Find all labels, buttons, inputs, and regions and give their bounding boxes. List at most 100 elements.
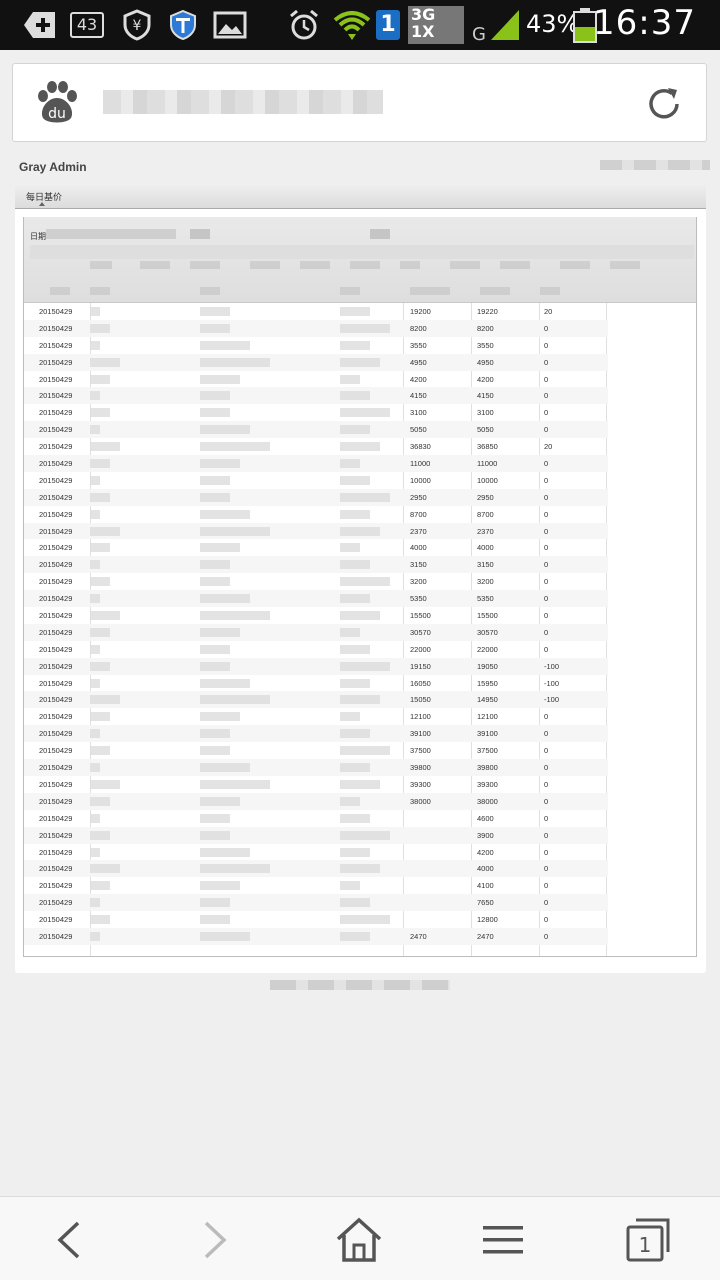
table-row[interactable]: 20150429 5350 5350 0 [24,590,608,608]
cell-value-b: 11000 [477,459,498,469]
cell-date: 20150429 [39,594,73,604]
cell-value-b: 2950 [477,492,494,502]
redacted-cell [90,374,110,384]
url-bar[interactable]: du [12,63,707,142]
table-row[interactable]: 20150429 4000 4000 0 [24,539,608,556]
table-row[interactable]: 20150429 4100 0 [24,877,608,894]
table-row[interactable]: 20150429 16050 15950 -100 [24,675,608,692]
table-row[interactable]: 20150429 19150 19050 -100 [24,657,608,675]
tabs-button[interactable]: 1 [622,1215,672,1265]
table-row[interactable]: 20150429 11000 11000 0 [24,455,608,472]
table-row[interactable]: 20150429 37500 37500 0 [24,742,608,759]
header-redacted [350,261,380,269]
table-row[interactable]: 20150429 2470 2470 0 [24,927,608,945]
cell-value-a: 8700 [410,509,427,519]
table-row[interactable]: 20150429 4150 4150 0 [24,387,608,405]
data-grid: 日期 20150429 19200 19220 20 20150429 8200… [23,217,697,957]
cell-value-b: 8700 [477,509,494,519]
table-row[interactable]: 20150429 19200 19220 20 [24,303,608,320]
table-row[interactable]: 20150429 5050 5050 0 [24,421,608,439]
cell-date: 20150429 [39,813,73,823]
table-row[interactable]: 20150429 2950 2950 0 [24,488,608,506]
menu-icon [483,1226,523,1254]
table-row[interactable]: 20150429 22000 22000 0 [24,641,608,658]
redacted-cell [200,459,240,469]
cell-value-a: 38000 [410,796,431,806]
cell-value-a: 36830 [410,442,431,452]
cell-date: 20150429 [39,915,73,925]
table-row[interactable]: 20150429 10000 10000 0 [24,472,608,489]
cell-value-c: 0 [544,323,549,333]
table-row[interactable]: 20150429 3900 0 [24,826,608,844]
cell-value-b: 4150 [477,391,494,401]
table-row[interactable]: 20150429 3550 3550 0 [24,337,608,354]
cell-value-b: 4000 [477,543,494,553]
home-icon [336,1217,382,1262]
cell-value-c: 0 [544,830,549,840]
network-g-label: G [472,24,486,45]
cell-value-b: 2370 [477,526,494,536]
table-row[interactable]: 20150429 39300 39300 0 [24,776,608,793]
redacted-cell [90,391,100,401]
redacted-cell [200,307,230,316]
table-row[interactable]: 20150429 38000 38000 0 [24,792,608,810]
table-row[interactable]: 20150429 12800 0 [24,911,608,928]
table-row[interactable]: 20150429 39100 39100 0 [24,725,608,743]
cell-date: 20150429 [39,492,73,502]
table-row[interactable]: 20150429 4600 0 [24,810,608,827]
redacted-cell [90,492,110,502]
cell-value-c: 20 [544,307,553,316]
table-row[interactable]: 20150429 3100 3100 0 [24,404,608,421]
cell-value-b: 12100 [477,712,498,722]
cell-value-c: 0 [544,475,549,485]
table-row[interactable]: 20150429 36830 36850 20 [24,438,608,455]
table-row[interactable]: 20150429 4000 0 [24,860,608,878]
table-row[interactable]: 20150429 3200 3200 0 [24,573,608,590]
redacted-cell [200,323,230,333]
header-redacted [300,261,330,269]
redacted-cell [90,340,100,350]
table-row[interactable]: 20150429 15050 14950 -100 [24,691,608,709]
table-row[interactable]: 20150429 30570 30570 0 [24,623,608,641]
add-notification-icon [22,8,58,42]
redacted-cell [90,712,110,722]
table-row[interactable]: 20150429 39800 39800 0 [24,759,608,776]
table-row[interactable]: 20150429 12100 12100 0 [24,708,608,725]
redacted-cell [90,526,120,536]
redacted-cell [200,611,270,621]
back-button[interactable] [44,1215,94,1265]
redacted-cell [200,391,230,401]
cell-date: 20150429 [39,746,73,756]
cell-value-b: 36850 [477,442,498,452]
cell-date: 20150429 [39,543,73,553]
header-redacted [480,287,510,295]
redacted-cell [90,695,120,705]
table-row[interactable]: 20150429 3150 3150 0 [24,556,608,574]
table-row[interactable]: 20150429 7650 0 [24,894,608,912]
table-row[interactable]: 20150429 2370 2370 0 [24,522,608,540]
table-row[interactable]: 20150429 8200 8200 0 [24,319,608,337]
cell-date: 20150429 [39,729,73,739]
redacted-cell [90,560,100,570]
cell-value-c: 0 [544,357,549,367]
redacted-cell [340,746,390,756]
redacted-cell [340,611,380,621]
forward-button[interactable] [190,1215,240,1265]
redacted-cell [340,526,380,536]
redacted-cell [200,374,240,384]
table-row[interactable]: 20150429 8700 8700 0 [24,506,608,523]
menu-button[interactable] [478,1215,528,1265]
table-row[interactable]: 20150429 15500 15500 0 [24,607,608,624]
reload-icon[interactable] [644,84,684,124]
cell-date: 20150429 [39,560,73,570]
table-row[interactable]: 20150429 4200 0 [24,844,608,861]
table-row[interactable]: 20150429 4200 4200 0 [24,371,608,388]
cell-date: 20150429 [39,509,73,519]
cell-date: 20150429 [39,408,73,418]
url-text-redacted[interactable] [103,90,383,114]
table-row[interactable]: 20150429 4950 4950 0 [24,353,608,371]
redacted-cell [90,425,100,435]
redacted-cell [90,864,120,874]
wifi-icon [332,8,372,42]
home-button[interactable] [334,1215,384,1265]
